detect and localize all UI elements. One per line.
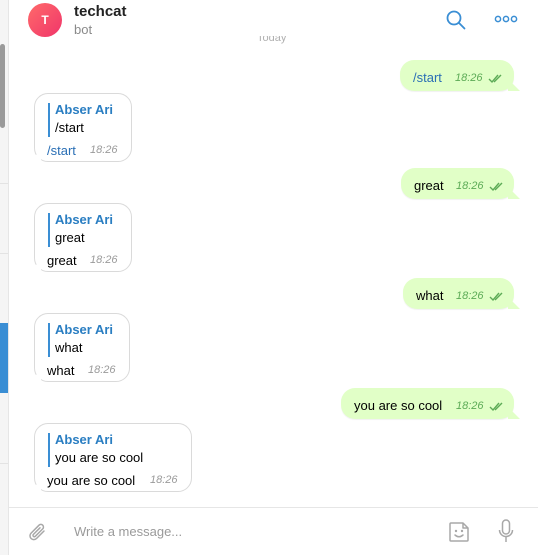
message-list[interactable]: /start 18:26 Abser Ari /start /start 18:… <box>9 44 538 508</box>
bubble-tail <box>508 407 520 419</box>
incoming-message[interactable]: Abser Ari you are so cool you are so coo… <box>29 423 192 492</box>
message-time: 18:26 <box>90 254 118 266</box>
microphone-icon[interactable] <box>498 519 514 545</box>
bubble-tail <box>508 79 520 91</box>
message-text[interactable]: /start <box>413 70 442 85</box>
reply-quote-text: you are so cool <box>55 450 144 465</box>
bubble-tail <box>508 297 520 309</box>
chat-header: T techcat bot Today <box>9 0 538 44</box>
message-time: 18:26 <box>456 290 484 302</box>
reply-quote-bar <box>48 213 50 247</box>
bubble-tail <box>29 150 41 162</box>
message-time: 18:26 <box>456 180 484 192</box>
reply-quote-bar <box>48 323 50 357</box>
reply-author: Abser Ari <box>55 322 114 337</box>
message-text: you are so cool <box>354 398 443 413</box>
reply-quote-bar <box>48 433 50 467</box>
message-text[interactable]: /start <box>47 143 76 158</box>
message-time: 18:26 <box>150 474 178 486</box>
outgoing-message[interactable]: what 18:26 <box>403 278 520 309</box>
reply-quote-text: what <box>55 340 83 355</box>
message-time: 18:26 <box>455 72 483 84</box>
avatar[interactable]: T <box>28 3 62 37</box>
message-text: what <box>47 363 75 378</box>
reply-quote-bar <box>48 103 50 137</box>
chat-list-divider <box>0 253 8 254</box>
more-icon[interactable] <box>494 12 518 26</box>
message-text: great <box>47 253 77 268</box>
chat-list-divider <box>0 183 8 184</box>
sticker-icon[interactable] <box>447 520 471 544</box>
message-composer: Write a message... <box>9 507 538 555</box>
outgoing-message[interactable]: great 18:26 <box>401 168 520 199</box>
message-input[interactable]: Write a message... <box>74 524 182 539</box>
double-check-icon <box>489 182 503 192</box>
incoming-message[interactable]: Abser Ari /start /start 18:26 <box>29 93 132 162</box>
chat-title[interactable]: techcat <box>74 3 127 20</box>
bubble-tail <box>508 187 520 199</box>
search-icon[interactable] <box>446 10 466 30</box>
double-check-icon <box>488 74 502 84</box>
message-time: 18:26 <box>88 364 116 376</box>
outgoing-message[interactable]: you are so cool 18:26 <box>341 388 520 419</box>
chat-list-active-item[interactable] <box>0 323 8 393</box>
outgoing-message[interactable]: /start 18:26 <box>400 60 520 91</box>
bubble-tail <box>29 370 41 382</box>
reply-quote-text: great <box>55 230 85 245</box>
message-time: 18:26 <box>456 400 484 412</box>
message-text: great <box>414 178 444 193</box>
reply-author: Abser Ari <box>55 102 114 117</box>
bubble-tail <box>29 260 41 272</box>
message-text: you are so cool <box>47 473 136 488</box>
message-time: 18:26 <box>90 144 118 156</box>
reply-quote-text: /start <box>55 120 84 135</box>
reply-author: Abser Ari <box>55 212 114 227</box>
incoming-message[interactable]: Abser Ari great great 18:26 <box>29 203 132 272</box>
incoming-message[interactable]: Abser Ari what what 18:26 <box>29 313 130 382</box>
chat-list-scrollbar[interactable] <box>0 44 5 128</box>
bubble-tail <box>29 480 41 492</box>
double-check-icon <box>489 292 503 302</box>
chat-list-divider <box>0 463 8 464</box>
double-check-icon <box>489 402 503 412</box>
message-text: what <box>416 288 444 303</box>
chat-subtitle: bot <box>74 22 93 37</box>
chat-list-edge <box>0 0 9 555</box>
reply-author: Abser Ari <box>55 432 114 447</box>
paperclip-icon[interactable] <box>27 522 49 544</box>
